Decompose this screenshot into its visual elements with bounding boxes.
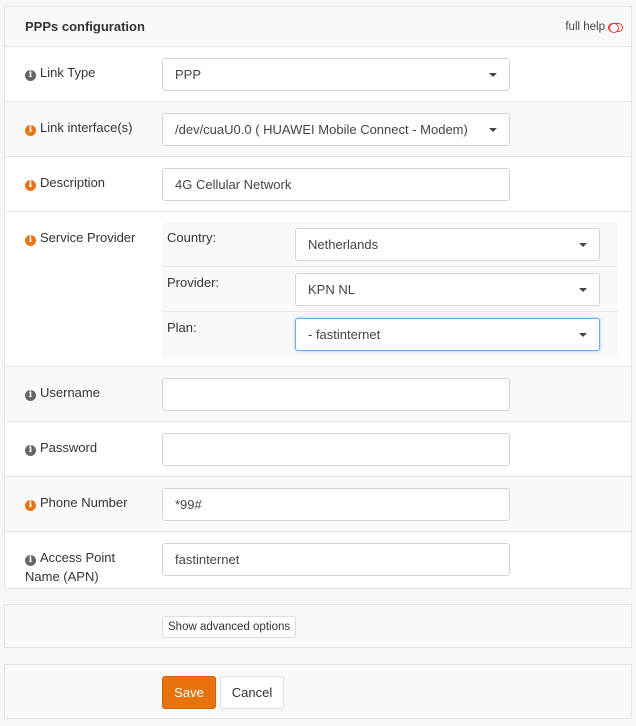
link-type-value: PPP xyxy=(175,67,202,82)
row-username: i Username xyxy=(5,367,631,422)
provider-row: Provider: KPN NL xyxy=(162,267,618,312)
row-link-type: i Link Type PPP xyxy=(5,47,631,102)
phone-number-value: *99# xyxy=(175,497,202,512)
page-title: PPPs configuration xyxy=(25,19,145,34)
row-link-interface: i Link interface(s) /dev/cuaU0.0 ( HUAWEI… xyxy=(5,102,631,157)
description-input[interactable]: 4G Cellular Network xyxy=(162,168,510,201)
cancel-button[interactable]: Cancel xyxy=(220,676,284,709)
info-icon[interactable]: i xyxy=(25,500,36,511)
link-interface-label: Link interface(s) xyxy=(40,120,133,135)
service-provider-table: Country: Netherlands Provider: KPN NL Pl… xyxy=(162,222,618,357)
chevron-down-icon xyxy=(489,73,497,77)
plan-value: - fastinternet xyxy=(308,327,381,342)
password-label: Password xyxy=(40,440,98,455)
panel-header: PPPs configuration full help xyxy=(5,7,631,47)
country-select[interactable]: Netherlands xyxy=(295,228,600,261)
link-type-label: Link Type xyxy=(40,65,96,80)
ppps-config-panel: PPPs configuration full help i Link Type … xyxy=(4,6,632,589)
row-service-provider: i Service Provider Country: Netherlands P… xyxy=(5,212,631,367)
plan-label: Plan: xyxy=(167,320,197,335)
apn-input[interactable]: fastinternet xyxy=(162,543,510,576)
save-button[interactable]: Save xyxy=(162,676,216,709)
row-apn: i Access Point Name (APN) fastinternet xyxy=(5,532,631,588)
apn-value: fastinternet xyxy=(175,552,240,567)
row-phone-number: i Phone Number *99# xyxy=(5,477,631,532)
link-interface-select[interactable]: /dev/cuaU0.0 ( HUAWEI Mobile Connect - M… xyxy=(162,113,510,146)
country-label: Country: xyxy=(167,230,217,245)
description-value: 4G Cellular Network xyxy=(175,177,292,192)
info-icon[interactable]: i xyxy=(25,70,36,81)
username-input[interactable] xyxy=(162,378,510,411)
info-icon[interactable]: i xyxy=(25,125,36,136)
chevron-down-icon xyxy=(579,288,587,292)
apn-label: Access Point Name (APN) xyxy=(25,550,116,584)
row-password: i Password xyxy=(5,422,631,477)
provider-label: Provider: xyxy=(167,275,220,290)
info-icon[interactable]: i xyxy=(25,390,36,401)
show-advanced-button[interactable]: Show advanced options xyxy=(162,616,297,638)
link-interface-value: /dev/cuaU0.0 ( HUAWEI Mobile Connect - M… xyxy=(175,122,468,137)
description-label: Description xyxy=(40,175,106,190)
phone-number-input[interactable]: *99# xyxy=(162,488,510,521)
plan-row: Plan: - fastinternet xyxy=(162,312,618,357)
service-provider-label: Service Provider xyxy=(40,230,136,245)
username-label: Username xyxy=(40,385,100,400)
password-input[interactable] xyxy=(162,433,510,466)
advanced-panel: Show advanced options xyxy=(4,604,632,648)
chevron-down-icon xyxy=(489,128,497,132)
chevron-down-icon xyxy=(579,333,587,337)
phone-number-label: Phone Number xyxy=(40,495,128,510)
full-help-label: full help xyxy=(565,21,605,33)
info-icon[interactable]: i xyxy=(25,180,36,191)
full-help-toggle[interactable]: full help xyxy=(565,21,623,33)
row-description: i Description 4G Cellular Network xyxy=(5,157,631,212)
provider-select[interactable]: KPN NL xyxy=(295,273,600,306)
provider-value: KPN NL xyxy=(308,282,355,297)
actions-panel: Save Cancel xyxy=(4,664,632,719)
toggle-icon[interactable] xyxy=(608,22,623,33)
country-row: Country: Netherlands xyxy=(162,222,618,267)
info-icon[interactable]: i xyxy=(25,235,36,246)
info-icon[interactable]: i xyxy=(25,555,36,566)
chevron-down-icon xyxy=(579,243,587,247)
link-type-select[interactable]: PPP xyxy=(162,58,510,91)
info-icon[interactable]: i xyxy=(25,445,36,456)
country-value: Netherlands xyxy=(308,237,379,252)
plan-select[interactable]: - fastinternet xyxy=(295,318,600,351)
